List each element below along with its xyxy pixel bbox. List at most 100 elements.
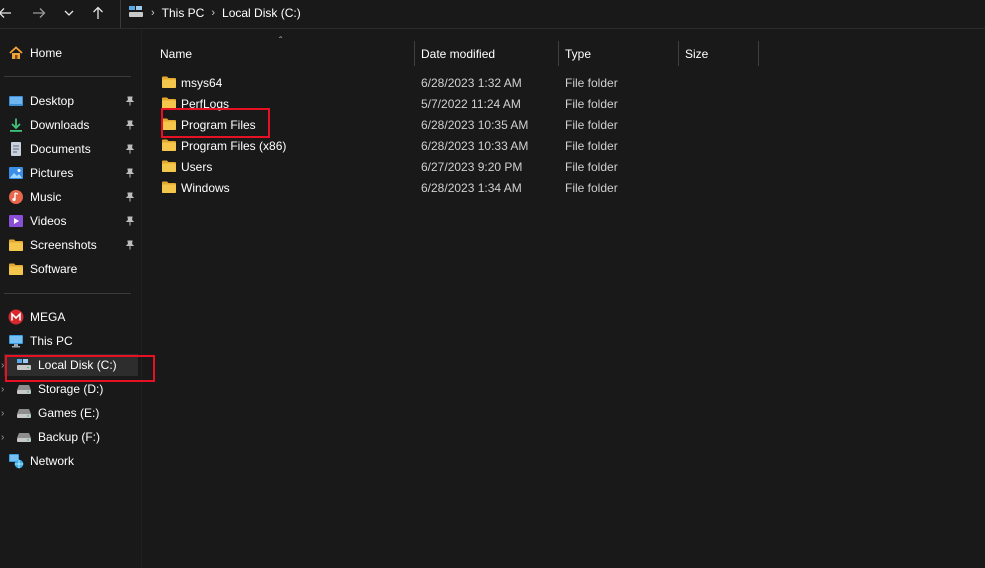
file-row[interactable]: Users 6/27/2023 9:20 PM File folder bbox=[155, 156, 760, 177]
this-pc-icon bbox=[8, 333, 24, 349]
breadcrumb-this-pc[interactable]: This PC bbox=[162, 6, 205, 20]
folder-icon bbox=[8, 237, 24, 253]
highlight-box-program-files bbox=[161, 108, 270, 138]
pin-icon[interactable] bbox=[124, 143, 136, 155]
network-icon bbox=[8, 453, 24, 469]
sidebar-item-backup-f[interactable]: › Backup (F:) bbox=[0, 426, 139, 448]
sidebar-item-games-e[interactable]: › Games (E:) bbox=[0, 402, 139, 424]
pin-icon[interactable] bbox=[124, 167, 136, 179]
file-type: File folder bbox=[565, 118, 618, 132]
folder-icon bbox=[8, 261, 24, 277]
sidebar-item-music[interactable]: Music bbox=[0, 186, 139, 208]
file-date-modified: 5/7/2022 11:24 AM bbox=[421, 97, 521, 111]
pin-icon[interactable] bbox=[124, 239, 136, 251]
sidebar-item-documents[interactable]: Documents bbox=[0, 138, 139, 160]
up-arrow-icon bbox=[93, 6, 103, 19]
file-type: File folder bbox=[565, 76, 618, 90]
file-row[interactable]: msys64 6/28/2023 1:32 AM File folder bbox=[155, 72, 760, 93]
documents-icon bbox=[8, 141, 24, 157]
sidebar-divider bbox=[4, 293, 131, 294]
toolbar-divider bbox=[0, 28, 985, 29]
sidebar-item-desktop[interactable]: Desktop bbox=[0, 90, 139, 112]
column-separator[interactable] bbox=[678, 41, 679, 66]
sidebar-item-label: Documents bbox=[30, 142, 91, 156]
file-type: File folder bbox=[565, 181, 618, 195]
folder-icon bbox=[161, 180, 177, 197]
navigation-bar: › This PC › Local Disk (C:) bbox=[0, 0, 985, 28]
breadcrumb-chevron-icon: › bbox=[211, 7, 216, 19]
pin-icon[interactable] bbox=[124, 215, 136, 227]
folder-icon bbox=[161, 138, 177, 155]
chevron-right-icon[interactable]: › bbox=[1, 360, 4, 371]
column-separator[interactable] bbox=[558, 41, 559, 66]
pin-icon[interactable] bbox=[124, 119, 136, 131]
sidebar-item-label: Desktop bbox=[30, 94, 75, 108]
desktop-icon bbox=[8, 93, 24, 109]
breadcrumb-local-disk[interactable]: Local Disk (C:) bbox=[222, 6, 301, 20]
chevron-right-icon[interactable]: › bbox=[1, 408, 4, 419]
this-pc-address-icon bbox=[128, 5, 144, 22]
file-date-modified: 6/28/2023 10:33 AM bbox=[421, 139, 529, 153]
sidebar-item-videos[interactable]: Videos bbox=[0, 210, 139, 232]
column-header-size[interactable]: Size bbox=[685, 41, 708, 66]
file-date-modified: 6/28/2023 10:35 AM bbox=[421, 118, 529, 132]
file-name: Program Files (x86) bbox=[181, 139, 287, 153]
sidebar-item-this-pc[interactable]: This PC bbox=[0, 330, 139, 352]
sidebar-item-label: MEGA bbox=[30, 310, 66, 324]
pane-splitter[interactable] bbox=[141, 29, 142, 568]
sidebar-item-label: Downloads bbox=[30, 118, 90, 132]
videos-icon bbox=[8, 213, 24, 229]
drive-icon bbox=[16, 429, 32, 445]
sidebar-item-label: Screenshots bbox=[30, 238, 97, 252]
sidebar-item-label: Backup (F:) bbox=[38, 430, 101, 444]
sidebar-item-home[interactable]: Home bbox=[0, 42, 139, 64]
sidebar-item-label: Software bbox=[30, 262, 78, 276]
downloads-icon bbox=[8, 117, 24, 133]
back-button[interactable] bbox=[0, 4, 14, 22]
music-icon bbox=[8, 189, 24, 205]
column-header-type[interactable]: Type bbox=[565, 41, 591, 66]
sidebar-item-screenshots[interactable]: Screenshots bbox=[0, 234, 139, 256]
drive-icon bbox=[16, 405, 32, 421]
file-type: File folder bbox=[565, 160, 618, 174]
sidebar-item-mega[interactable]: MEGA bbox=[0, 306, 139, 328]
sidebar-item-software[interactable]: Software bbox=[0, 258, 139, 280]
pin-icon[interactable] bbox=[124, 191, 136, 203]
address-bar[interactable]: › This PC › Local Disk (C:) bbox=[128, 3, 301, 23]
sidebar-item-pictures[interactable]: Pictures bbox=[0, 162, 139, 184]
file-row[interactable]: Program Files (x86) 6/28/2023 10:33 AM F… bbox=[155, 135, 760, 156]
file-date-modified: 6/28/2023 1:32 AM bbox=[421, 76, 522, 90]
drive-icon bbox=[16, 381, 32, 397]
file-name: Users bbox=[181, 160, 213, 174]
folder-icon bbox=[161, 75, 177, 92]
sidebar-item-label: Network bbox=[30, 454, 75, 468]
file-name: msys64 bbox=[181, 76, 223, 90]
breadcrumb-chevron-icon: › bbox=[151, 7, 155, 19]
file-date-modified: 6/28/2023 1:34 AM bbox=[421, 181, 522, 195]
file-date-modified: 6/27/2023 9:20 PM bbox=[421, 160, 523, 174]
recent-locations-button[interactable] bbox=[60, 4, 78, 22]
sidebar-item-label: Pictures bbox=[30, 166, 74, 180]
pin-icon[interactable] bbox=[124, 95, 136, 107]
sidebar-divider bbox=[4, 76, 131, 77]
sidebar-item-label: This PC bbox=[30, 334, 73, 348]
sidebar-item-label: Games (E:) bbox=[38, 406, 100, 420]
forward-button[interactable] bbox=[30, 4, 48, 22]
chevron-down-icon bbox=[64, 10, 74, 16]
chevron-right-icon[interactable]: › bbox=[1, 432, 4, 443]
back-arrow-icon bbox=[0, 8, 11, 18]
sidebar-item-network[interactable]: Network bbox=[0, 450, 139, 472]
chevron-right-icon[interactable]: › bbox=[1, 384, 4, 395]
address-separator bbox=[120, 0, 121, 28]
sidebar-item-downloads[interactable]: Downloads bbox=[0, 114, 139, 136]
sidebar-item-label: Music bbox=[30, 190, 62, 204]
column-header-name[interactable]: Name bbox=[160, 41, 192, 66]
column-separator[interactable] bbox=[414, 41, 415, 66]
pictures-icon bbox=[8, 165, 24, 181]
file-row[interactable]: Windows 6/28/2023 1:34 AM File folder bbox=[155, 177, 760, 198]
file-type: File folder bbox=[565, 97, 618, 111]
column-header-date-modified[interactable]: Date modified bbox=[421, 41, 495, 66]
column-separator[interactable] bbox=[758, 41, 759, 66]
mega-icon bbox=[8, 309, 24, 325]
up-button[interactable] bbox=[89, 4, 107, 22]
